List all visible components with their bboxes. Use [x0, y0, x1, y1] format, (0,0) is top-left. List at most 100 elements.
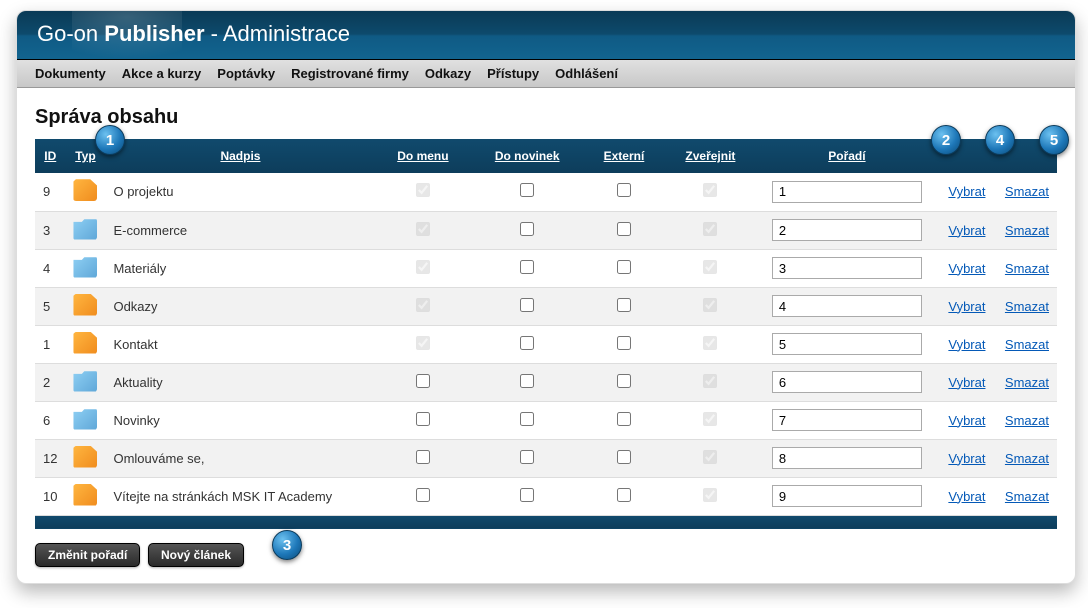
- cell-title: Aktuality: [105, 363, 375, 401]
- table-row: 1KontaktVybratSmazat: [35, 325, 1057, 363]
- cell-select: Vybrat: [937, 325, 997, 363]
- order-input[interactable]: [772, 485, 922, 507]
- menu-checkbox[interactable]: [416, 450, 430, 464]
- col-title[interactable]: Nadpis: [105, 139, 375, 173]
- order-input[interactable]: [772, 409, 922, 431]
- menu-checkbox: [416, 260, 430, 274]
- delete-link[interactable]: Smazat: [1005, 337, 1049, 352]
- order-input[interactable]: [772, 181, 922, 203]
- delete-link[interactable]: Smazat: [1005, 223, 1049, 238]
- col-menu[interactable]: Do menu: [375, 139, 470, 173]
- news-checkbox[interactable]: [520, 222, 534, 236]
- select-link[interactable]: Vybrat: [948, 375, 985, 390]
- cell-pub: [664, 211, 757, 249]
- nav-item-2[interactable]: Poptávky: [217, 66, 275, 81]
- order-input[interactable]: [772, 219, 922, 241]
- news-checkbox[interactable]: [520, 298, 534, 312]
- col-news[interactable]: Do novinek: [470, 139, 584, 173]
- delete-link[interactable]: Smazat: [1005, 413, 1049, 428]
- select-link[interactable]: Vybrat: [948, 223, 985, 238]
- cell-ext: [584, 211, 664, 249]
- delete-link[interactable]: Smazat: [1005, 451, 1049, 466]
- pub-checkbox: [703, 412, 717, 426]
- news-checkbox[interactable]: [520, 336, 534, 350]
- delete-link[interactable]: Smazat: [1005, 299, 1049, 314]
- select-link[interactable]: Vybrat: [948, 299, 985, 314]
- order-input[interactable]: [772, 295, 922, 317]
- news-checkbox[interactable]: [520, 450, 534, 464]
- cell-order: [757, 325, 937, 363]
- news-checkbox[interactable]: [520, 412, 534, 426]
- col-publish[interactable]: Zveřejnit: [664, 139, 757, 173]
- delete-link[interactable]: Smazat: [1005, 261, 1049, 276]
- nav-item-1[interactable]: Akce a kurzy: [122, 66, 202, 81]
- reorder-button[interactable]: Změnit pořadí: [35, 543, 140, 567]
- ext-checkbox[interactable]: [617, 298, 631, 312]
- delete-link[interactable]: Smazat: [1005, 489, 1049, 504]
- brand-suffix: - Administrace: [205, 21, 351, 46]
- cell-type: [65, 287, 105, 325]
- cell-menu: [375, 173, 470, 211]
- menu-checkbox: [416, 222, 430, 236]
- news-checkbox[interactable]: [520, 488, 534, 502]
- ext-checkbox[interactable]: [617, 374, 631, 388]
- select-link[interactable]: Vybrat: [948, 184, 985, 199]
- cell-order: [757, 439, 937, 477]
- select-link[interactable]: Vybrat: [948, 413, 985, 428]
- news-checkbox[interactable]: [520, 183, 534, 197]
- news-checkbox[interactable]: [520, 374, 534, 388]
- cell-id: 6: [35, 401, 65, 439]
- col-id[interactable]: ID: [35, 139, 65, 173]
- cell-select: Vybrat: [937, 173, 997, 211]
- cell-pub: [664, 173, 757, 211]
- table-row: 12Omlouváme se,VybratSmazat: [35, 439, 1057, 477]
- col-external[interactable]: Externí: [584, 139, 664, 173]
- ext-checkbox[interactable]: [617, 412, 631, 426]
- cell-ext: [584, 173, 664, 211]
- ext-checkbox[interactable]: [617, 488, 631, 502]
- nav-item-0[interactable]: Dokumenty: [35, 66, 106, 81]
- cell-title: O projektu: [105, 173, 375, 211]
- select-link[interactable]: Vybrat: [948, 261, 985, 276]
- ext-checkbox[interactable]: [617, 450, 631, 464]
- order-input[interactable]: [772, 371, 922, 393]
- cell-delete: Smazat: [997, 249, 1057, 287]
- ext-checkbox[interactable]: [617, 183, 631, 197]
- order-input[interactable]: [772, 333, 922, 355]
- cell-select: Vybrat: [937, 249, 997, 287]
- new-article-button[interactable]: Nový článek: [148, 543, 244, 567]
- order-input[interactable]: [772, 257, 922, 279]
- menu-checkbox[interactable]: [416, 374, 430, 388]
- table-row: 5OdkazyVybratSmazat: [35, 287, 1057, 325]
- cell-type: [65, 363, 105, 401]
- col-order[interactable]: Pořadí: [757, 139, 937, 173]
- delete-link[interactable]: Smazat: [1005, 375, 1049, 390]
- nav-item-3[interactable]: Registrované firmy: [291, 66, 409, 81]
- cell-ext: [584, 287, 664, 325]
- nav-item-4[interactable]: Odkazy: [425, 66, 471, 81]
- select-link[interactable]: Vybrat: [948, 451, 985, 466]
- table-header-row: ID Typ Nadpis Do menu Do novinek Externí…: [35, 139, 1057, 173]
- callout-1: 1: [95, 125, 125, 155]
- cell-order: [757, 401, 937, 439]
- ext-checkbox[interactable]: [617, 222, 631, 236]
- ext-checkbox[interactable]: [617, 260, 631, 274]
- select-link[interactable]: Vybrat: [948, 489, 985, 504]
- menu-checkbox: [416, 183, 430, 197]
- admin-panel: Go-on Publisher - Administrace Dokumenty…: [16, 10, 1076, 584]
- menu-checkbox[interactable]: [416, 488, 430, 502]
- pub-checkbox: [703, 336, 717, 350]
- delete-link[interactable]: Smazat: [1005, 184, 1049, 199]
- nav-item-5[interactable]: Přístupy: [487, 66, 539, 81]
- content-table: ID Typ Nadpis Do menu Do novinek Externí…: [35, 139, 1057, 529]
- cell-delete: Smazat: [997, 173, 1057, 211]
- news-checkbox[interactable]: [520, 260, 534, 274]
- cell-title: E-commerce: [105, 211, 375, 249]
- select-link[interactable]: Vybrat: [948, 337, 985, 352]
- menu-checkbox[interactable]: [416, 412, 430, 426]
- ext-checkbox[interactable]: [617, 336, 631, 350]
- nav-item-6[interactable]: Odhlášení: [555, 66, 618, 81]
- document-icon: [73, 446, 97, 468]
- cell-select: Vybrat: [937, 477, 997, 515]
- order-input[interactable]: [772, 447, 922, 469]
